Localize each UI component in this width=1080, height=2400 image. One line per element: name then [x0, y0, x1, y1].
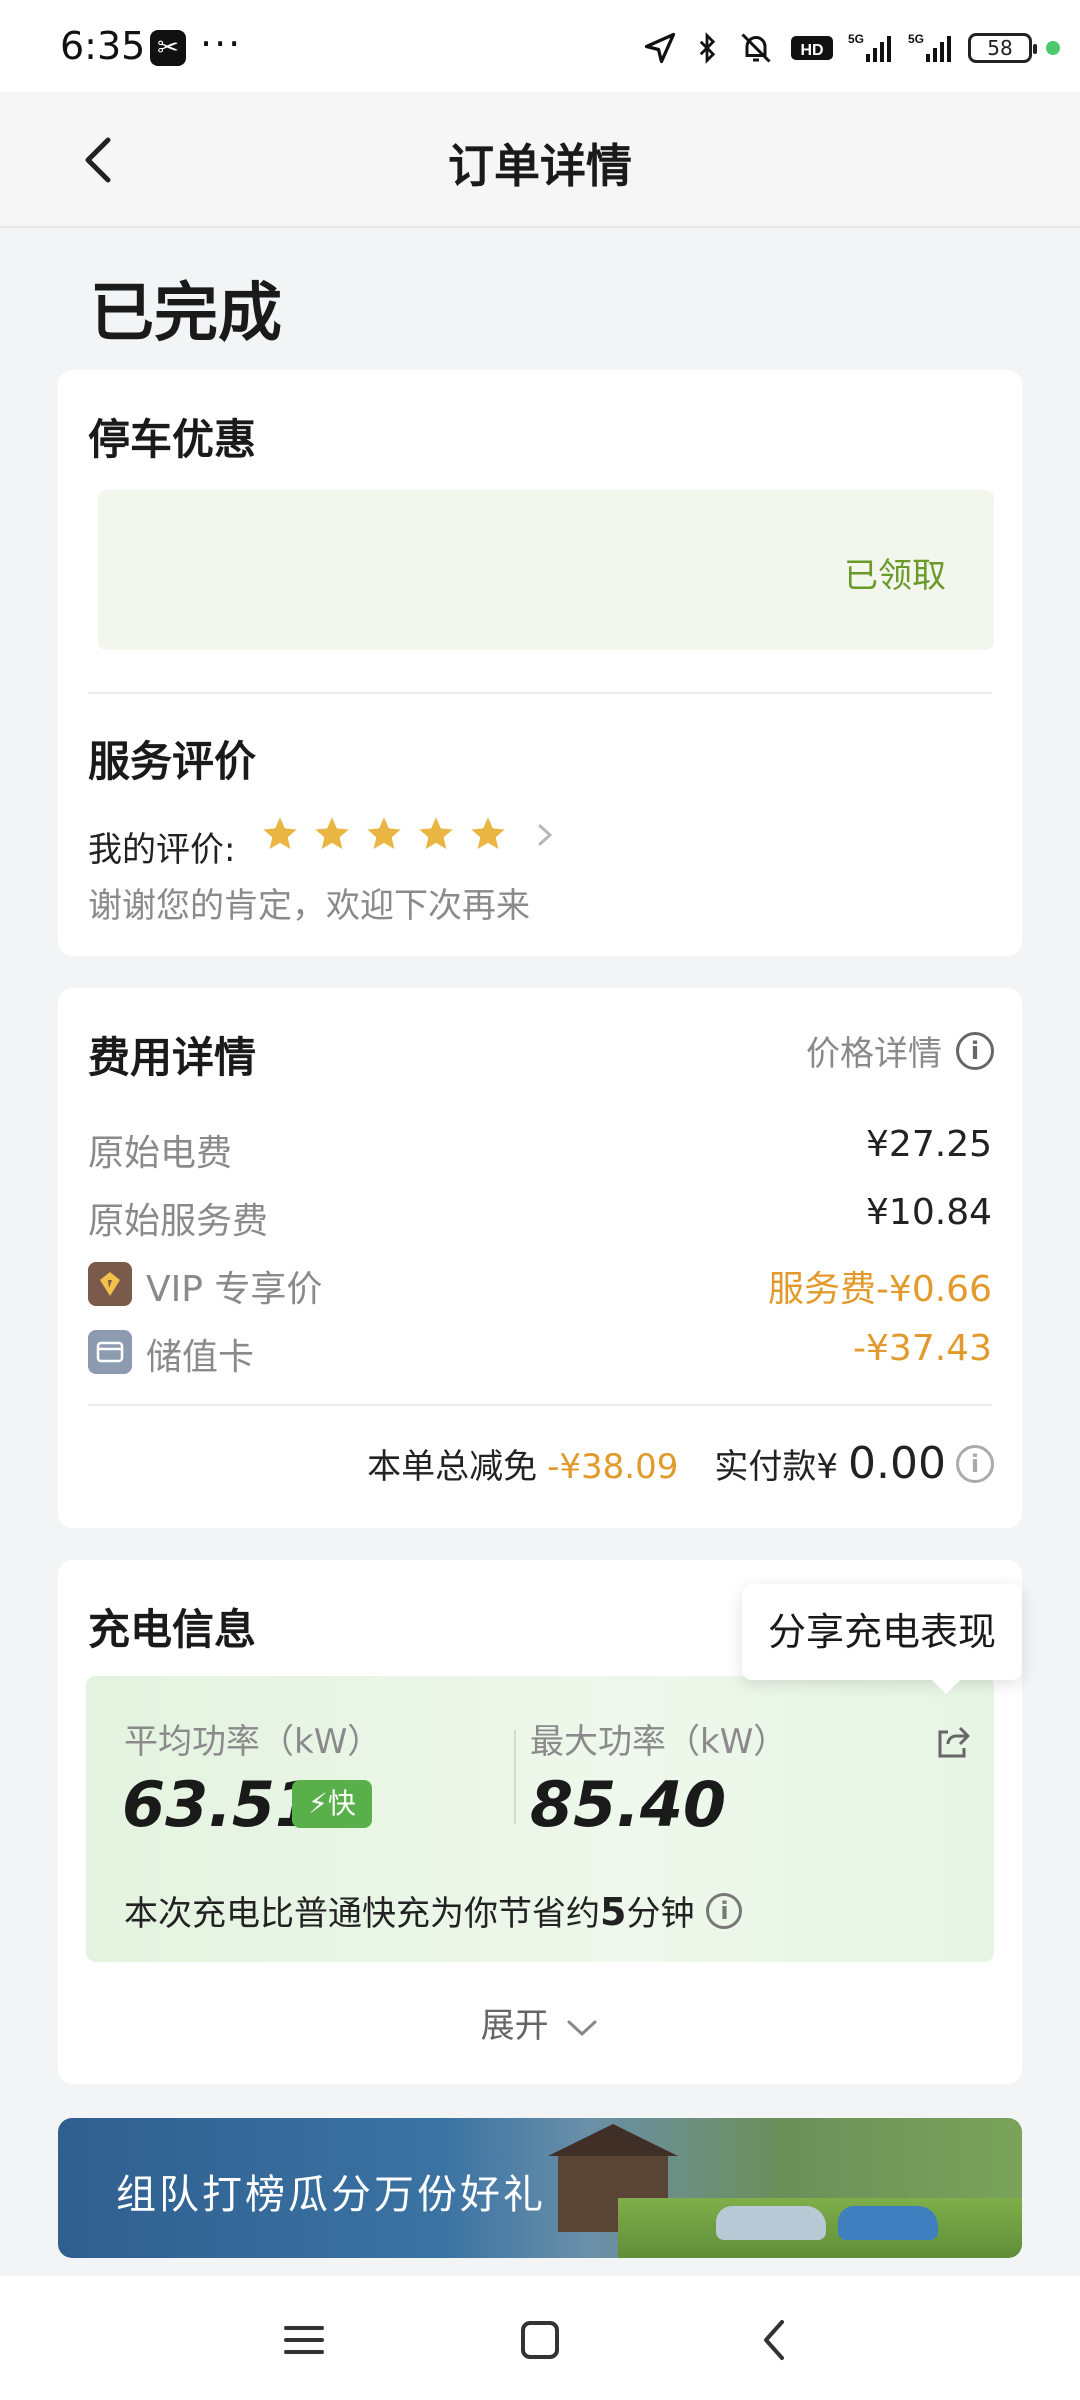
paid-value: 0.00: [848, 1438, 946, 1489]
status-bar: 6:35 ✂ ··· HD 5G 5G 58: [0, 0, 1080, 92]
privacy-indicator-dot: [1046, 41, 1060, 55]
fee-row: VIP 专享价 服务费-¥0.66: [88, 1260, 992, 1310]
charging-info-card: 充电信息 平均功率（kW） 63.51 ⚡快 最大功率（kW） 85.40 本次…: [58, 1560, 1022, 2084]
charging-stats-panel: 平均功率（kW） 63.51 ⚡快 最大功率（kW） 85.40 本次充电比普通…: [86, 1676, 994, 1962]
avg-power-value: 63.51: [122, 1768, 319, 1841]
svg-text:HD: HD: [800, 42, 823, 59]
parking-coupon[interactable]: 已领取: [98, 490, 994, 650]
divider: [514, 1730, 516, 1824]
max-power-label: 最大功率（kW）: [530, 1722, 788, 1762]
fee-details-card: 费用详情 价格详情 i 原始电费 ¥27.25 原始服务费 ¥10.84 VIP…: [58, 988, 1022, 1528]
bluetooth-icon: [699, 32, 716, 64]
fee-row: 原始服务费 ¥10.84: [88, 1192, 992, 1242]
total-discount-value: -¥38.09: [547, 1447, 679, 1487]
capcut-icon: ✂: [150, 30, 186, 66]
paid-label: 实付款¥: [714, 1447, 839, 1487]
fee-details-title: 费用详情: [88, 1033, 257, 1082]
time-saving-text: 本次充电比普通快充为你节省约5分钟 i: [124, 1886, 743, 1935]
parking-title: 停车优惠: [88, 415, 257, 464]
fee-value: 服务费-¥0.66: [767, 1269, 992, 1310]
info-icon[interactable]: i: [706, 1892, 743, 1929]
hd-icon: HD: [791, 36, 833, 60]
star-icon: [367, 817, 401, 849]
chevron-right-icon[interactable]: [530, 818, 560, 852]
rating-stars[interactable]: [260, 814, 508, 854]
fee-label: 原始电费: [88, 1133, 233, 1174]
payment-summary: 本单总减免 -¥38.09 实付款¥ 0.00 i: [367, 1438, 994, 1489]
total-discount-label: 本单总减免: [367, 1447, 538, 1487]
menu-icon[interactable]: [276, 2312, 332, 2368]
signal-5g-icon: 5G: [848, 32, 891, 62]
fee-label: 原始服务费: [88, 1201, 269, 1242]
star-icon: [263, 817, 297, 849]
fee-label: 储值卡: [146, 1337, 255, 1378]
vip-gem-icon: [88, 1262, 132, 1306]
system-nav-bar: [0, 2276, 1080, 2400]
mute-bell-icon: [741, 33, 771, 63]
status-time: 6:35: [60, 24, 146, 68]
home-icon[interactable]: [512, 2312, 568, 2368]
service-rating-title: 服务评价: [88, 737, 257, 786]
banner-text: 组队打榜瓜分万份好礼: [116, 2172, 546, 2218]
avg-power-label: 平均功率（kW）: [124, 1722, 382, 1762]
promo-banner[interactable]: 组队打榜瓜分万份好礼: [58, 2118, 1022, 2258]
location-arrow-icon: [644, 32, 676, 64]
page-header: 订单详情: [0, 92, 1080, 228]
chevron-down-icon: [567, 2020, 597, 2036]
star-icon: [419, 817, 453, 849]
parking-rating-card: 停车优惠 已领取 服务评价 我的评价: 谢谢您的肯定，欢迎下次再来: [58, 370, 1022, 956]
max-power-value: 85.40: [530, 1768, 727, 1841]
car-illustration: [838, 2206, 938, 2240]
car-illustration: [716, 2206, 826, 2240]
fee-label: VIP 专享价: [146, 1269, 323, 1310]
fee-row: 原始电费 ¥27.25: [88, 1124, 992, 1174]
status-more-dots: ···: [200, 22, 243, 66]
expand-button[interactable]: 展开: [58, 1998, 1022, 2047]
star-icon: [471, 817, 505, 849]
info-icon: i: [956, 1031, 994, 1070]
fee-value: -¥37.43: [853, 1328, 992, 1369]
svg-text:5G: 5G: [848, 32, 864, 46]
rating-label: 我的评价:: [88, 830, 236, 870]
signal-5g-icon-2: 5G: [908, 32, 951, 62]
fee-value: ¥27.25: [866, 1124, 992, 1165]
fee-value: ¥10.84: [866, 1192, 992, 1233]
star-icon: [315, 817, 349, 849]
share-tooltip[interactable]: 分享充电表现: [742, 1584, 1022, 1694]
fast-charge-badge: ⚡快: [292, 1780, 372, 1828]
status-icons: HD 5G 5G 58: [642, 28, 1060, 68]
battery-icon: 58: [968, 33, 1037, 63]
page-title: 订单详情: [448, 139, 632, 193]
coupon-status: 已领取: [844, 556, 946, 596]
price-detail-label: 价格详情: [806, 1034, 942, 1074]
back-icon[interactable]: [748, 2312, 804, 2368]
share-icon[interactable]: [934, 1722, 974, 1762]
fee-row: 储值卡 -¥37.43: [88, 1328, 992, 1378]
charging-info-title: 充电信息: [88, 1605, 257, 1654]
wallet-card-icon: [88, 1330, 132, 1374]
price-detail-link[interactable]: 价格详情 i: [806, 1026, 994, 1075]
svg-text:5G: 5G: [908, 32, 924, 46]
order-status: 已完成: [90, 277, 282, 351]
expand-label: 展开: [480, 2006, 549, 2046]
divider: [88, 692, 992, 694]
info-icon[interactable]: i: [956, 1444, 994, 1483]
rating-thanks-text: 谢谢您的肯定，欢迎下次再来: [88, 886, 530, 926]
divider: [88, 1404, 992, 1406]
saving-text: 本次充电比普通快充为你节省约5分钟: [124, 1890, 695, 1934]
